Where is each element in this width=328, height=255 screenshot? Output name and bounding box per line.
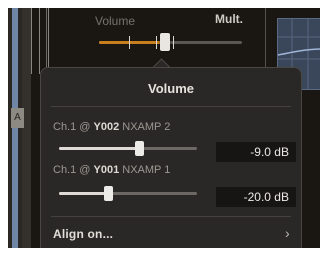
popover-divider: [51, 216, 291, 217]
channel-volume-fill: [59, 192, 109, 195]
divider-line: [46, 8, 47, 74]
channel-label-y002: Ch.1 @ Y002 NXAMP 2: [53, 121, 170, 133]
app-window: A Volume Mult. Volume Ch.1 @ Y002 NXAMP …: [8, 8, 320, 248]
channel-prefix: Ch.1 @: [53, 121, 94, 133]
divider-line: [31, 8, 32, 74]
chevron-right-icon[interactable]: ›: [285, 225, 290, 241]
volume-popover: Volume Ch.1 @ Y002 NXAMP 2 -9.0 dB Ch.1 …: [40, 67, 302, 248]
mult-header-label[interactable]: Mult.: [215, 12, 243, 26]
divider-line: [48, 8, 49, 74]
channel-volume-value[interactable]: -20.0 dB: [216, 187, 296, 207]
channel-volume-value[interactable]: -9.0 dB: [216, 142, 296, 162]
channel-prefix: Ch.1 @: [53, 164, 94, 176]
volume-tick-mark: [156, 36, 157, 49]
divider-line: [39, 8, 40, 74]
channel-volume-knob[interactable]: [134, 141, 144, 156]
volume-tick-mark: [129, 36, 130, 49]
device-name: NXAMP 2: [119, 121, 171, 133]
popover-title: Volume: [148, 81, 194, 96]
channel-volume-fill: [59, 147, 140, 150]
device-id: Y002: [93, 121, 120, 133]
device-id: Y001: [93, 164, 120, 176]
volume-tick-mark: [173, 36, 174, 49]
device-name: NXAMP 1: [119, 164, 171, 176]
master-volume-knob[interactable]: [160, 33, 170, 51]
channel-label-y001: Ch.1 @ Y001 NXAMP 1: [53, 164, 170, 176]
volume-header-label: Volume: [95, 14, 136, 28]
background-strip: [22, 8, 31, 248]
align-on-menu-item[interactable]: Align on...: [53, 227, 113, 241]
channel-volume-knob[interactable]: [104, 186, 114, 201]
side-tab[interactable]: A: [11, 108, 24, 128]
popover-divider: [51, 106, 291, 107]
